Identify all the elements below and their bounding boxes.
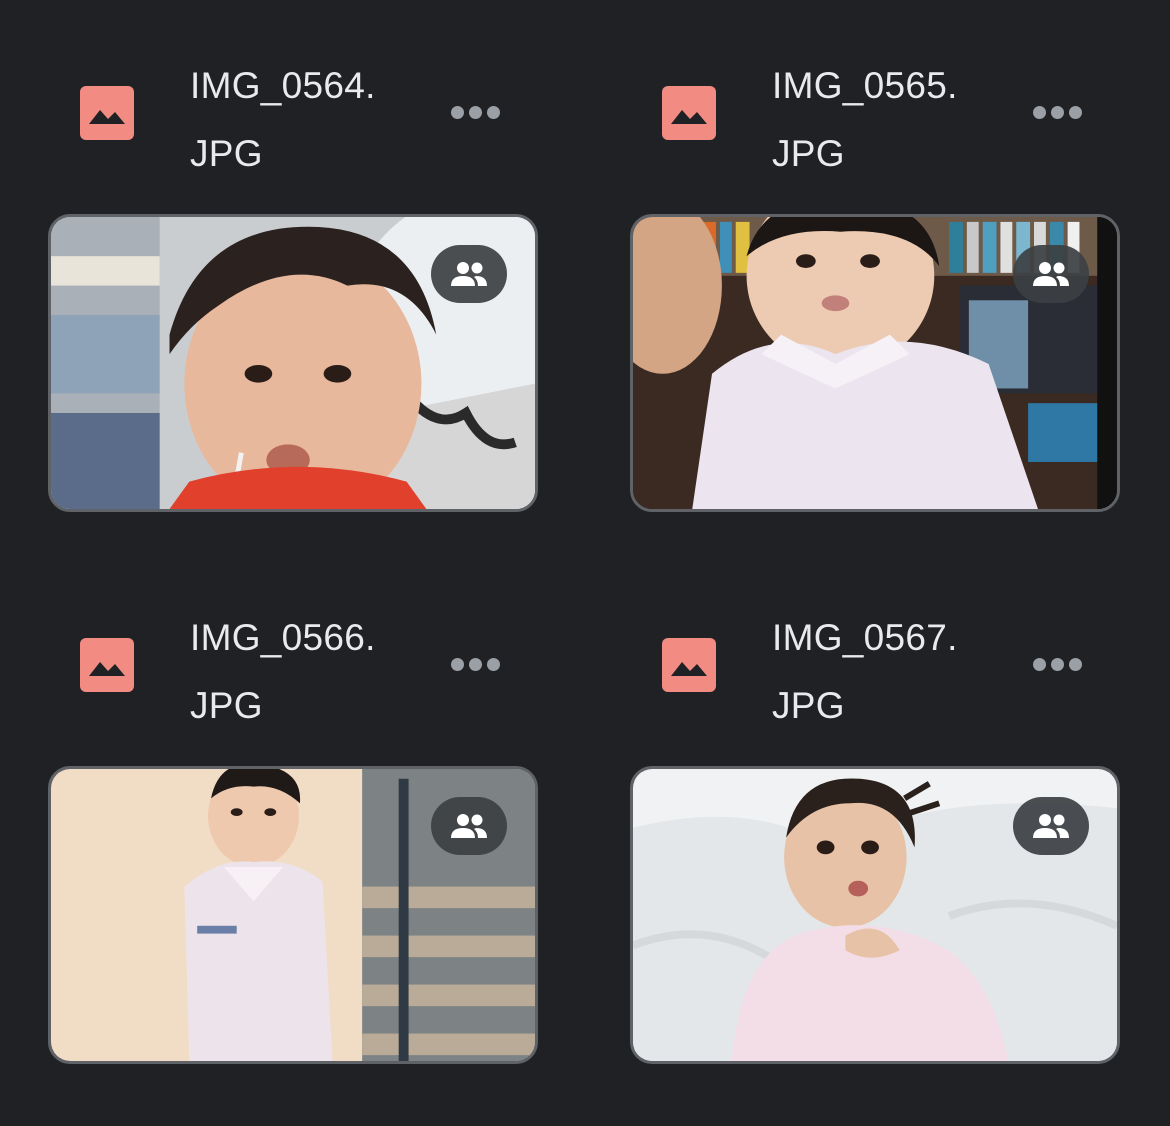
file-name-line: IMG_0565. — [772, 65, 958, 106]
more-dot — [1068, 657, 1082, 671]
people-icon — [1033, 262, 1069, 286]
file-extension: JPG — [190, 133, 263, 174]
file-name-line: IMG_0566. — [190, 617, 376, 658]
file-thumbnail[interactable] — [630, 766, 1120, 1064]
shared-badge — [1013, 797, 1089, 855]
more-dot — [486, 105, 500, 119]
shared-badge — [1013, 245, 1089, 303]
more-dot — [1068, 105, 1082, 119]
file-name: IMG_0566. JPG — [190, 604, 440, 740]
file-extension: JPG — [190, 685, 263, 726]
file-name-line: IMG_0564. — [190, 65, 376, 106]
file-name: IMG_0567. JPG — [772, 604, 1022, 740]
more-dot — [486, 657, 500, 671]
more-options-button[interactable] — [442, 646, 508, 682]
file-thumbnail[interactable] — [48, 214, 538, 512]
file-name-line: IMG_0567. — [772, 617, 958, 658]
people-icon — [451, 814, 487, 838]
image-icon — [80, 638, 134, 692]
more-horizontal-icon — [1032, 657, 1046, 671]
image-icon — [80, 86, 134, 140]
file-name: IMG_0565. JPG — [772, 52, 1022, 188]
image-icon — [662, 638, 716, 692]
image-icon — [662, 86, 716, 140]
file-card[interactable]: IMG_0567. JPG — [630, 592, 1120, 1064]
file-thumbnail[interactable] — [630, 214, 1120, 512]
more-options-button[interactable] — [1024, 646, 1090, 682]
more-dot — [1050, 657, 1064, 671]
more-horizontal-icon — [450, 105, 464, 119]
people-icon — [1033, 814, 1069, 838]
file-extension: JPG — [772, 133, 845, 174]
more-dot — [1050, 105, 1064, 119]
file-grid: IMG_0564. JPG IMG_0565. JPG IMG_0566. JP… — [0, 0, 1170, 1126]
shared-badge — [431, 245, 507, 303]
more-dot — [468, 657, 482, 671]
shared-badge — [431, 797, 507, 855]
file-thumbnail[interactable] — [48, 766, 538, 1064]
more-dot — [468, 105, 482, 119]
file-card[interactable]: IMG_0566. JPG — [48, 592, 538, 1064]
more-horizontal-icon — [450, 657, 464, 671]
people-icon — [451, 262, 487, 286]
more-options-button[interactable] — [442, 94, 508, 130]
file-extension: JPG — [772, 685, 845, 726]
file-name: IMG_0564. JPG — [190, 52, 440, 188]
file-card[interactable]: IMG_0565. JPG — [630, 40, 1120, 512]
more-horizontal-icon — [1032, 105, 1046, 119]
more-options-button[interactable] — [1024, 94, 1090, 130]
file-card[interactable]: IMG_0564. JPG — [48, 40, 538, 512]
